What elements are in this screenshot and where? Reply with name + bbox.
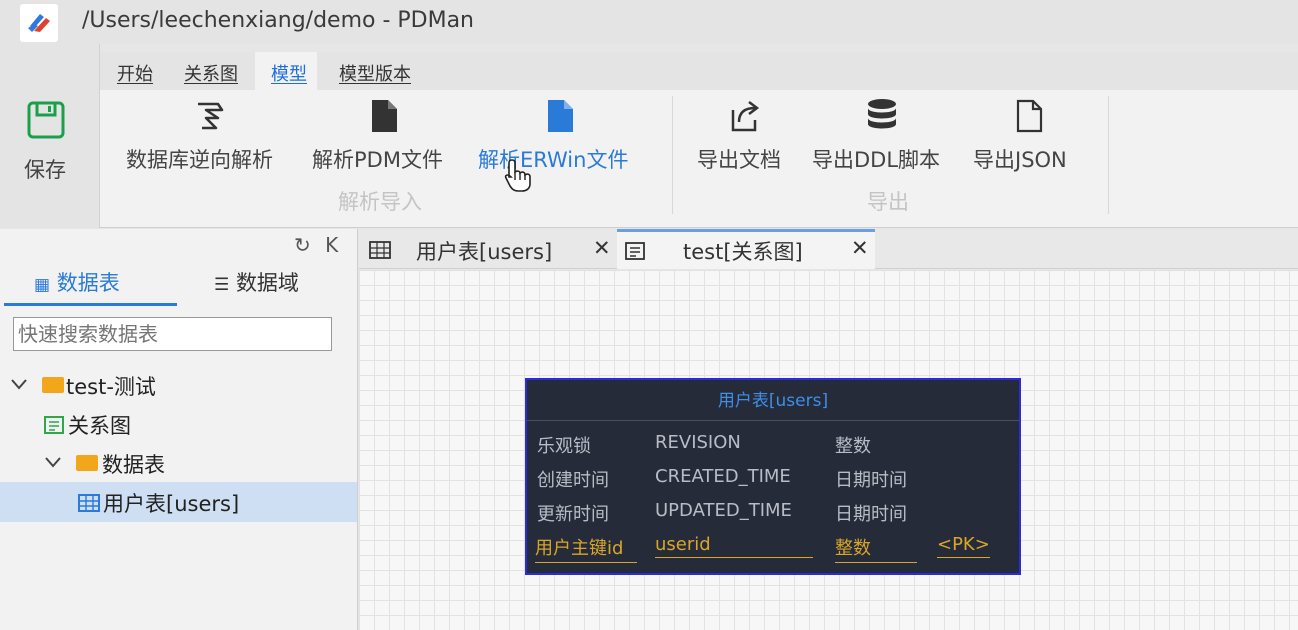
hand-cursor-icon [504, 159, 531, 192]
left-panel-tabs: ▦ 数据表 ☰ 数据域 [0, 263, 358, 306]
entity-title: 用户表[users] [717, 391, 829, 411]
save-icon [27, 101, 65, 139]
json-file-icon [1016, 99, 1043, 133]
tree-item-data-tables[interactable]: 数据表 [0, 443, 357, 483]
group-divider [672, 96, 673, 214]
field-type: 日期时间 [835, 470, 907, 491]
export-ddl-button[interactable]: 导出DDL脚本 [812, 98, 958, 180]
field-name: 更新时间 [537, 504, 609, 525]
tab-users-table[interactable]: 用户表[users] ✕ [359, 229, 617, 269]
field-code: UPDATED_TIME [655, 500, 792, 521]
field-code: REVISION [655, 432, 741, 453]
close-icon[interactable]: ✕ [851, 236, 869, 260]
active-tab-underline [4, 303, 177, 306]
export-json-label: 导出JSON [973, 148, 1067, 172]
field-type: 整数 [835, 534, 917, 563]
diagram-icon [44, 416, 64, 434]
save-label: 保存 [24, 158, 66, 182]
reverse-parse-label: 数据库逆向解析 [126, 148, 273, 172]
entity-field-row: 乐观锁 REVISION 整数 [527, 428, 1019, 462]
title-bar: /Users/leechenxiang/demo - PDMan [0, 0, 1298, 44]
ribbon-panel: 数据库逆向解析 解析PDM文件 解析ERWin文件 解析导入 导出文档 导出DD… [100, 90, 1298, 228]
entity-field-row: 创建时间 CREATED_TIME 日期时间 [527, 462, 1019, 496]
group-divider-2 [1108, 96, 1109, 214]
list-icon: ☰ [214, 275, 230, 295]
tree-item-relation-diagram[interactable]: 关系图 [0, 404, 357, 444]
reverse-parse-icon [198, 102, 224, 130]
parse-pdm-label: 解析PDM文件 [312, 148, 443, 172]
export-doc-button[interactable]: 导出文档 [697, 98, 797, 180]
tab-model-version[interactable]: 模型版本 [339, 52, 411, 90]
search-input[interactable] [13, 317, 332, 351]
table-icon [369, 241, 391, 259]
import-group-label: 解析导入 [338, 190, 422, 214]
field-name: 乐观锁 [537, 436, 591, 457]
tab-test-diagram[interactable]: test[关系图] ✕ [617, 229, 875, 269]
panel-top-icons: ↻ K [294, 233, 338, 257]
tree-item-label: test-测试 [66, 375, 156, 399]
tab-data-tables[interactable]: ▦ 数据表 [34, 267, 120, 297]
left-panel: ↻ K ▦ 数据表 ☰ 数据域 test-测试 关系图 数据表 [0, 229, 358, 630]
file-blue-icon [548, 100, 573, 132]
tab-relation-diagram[interactable]: 关系图 [184, 52, 238, 90]
field-code: userid [655, 534, 813, 558]
table-icon [78, 494, 100, 512]
field-type: 整数 [835, 436, 871, 457]
tree-item-project[interactable]: test-测试 [0, 365, 357, 405]
export-doc-icon [731, 101, 760, 132]
tree-item-users-table[interactable]: 用户表[users] [0, 482, 357, 522]
export-doc-label: 导出文档 [697, 148, 781, 172]
primary-key-badge: <PK> [937, 534, 990, 558]
field-code: CREATED_TIME [655, 466, 791, 487]
pdman-logo-icon [20, 4, 58, 42]
menu-tabs: 开始 关系图 模型 模型版本 [100, 52, 1298, 90]
tab-label: test[关系图] [683, 240, 803, 264]
tab-model[interactable]: 模型 [255, 52, 317, 90]
tree-item-label: 用户表[users] [103, 492, 240, 516]
collapse-icon[interactable]: K [325, 233, 338, 257]
tab-label: 用户表[users] [416, 240, 553, 264]
document-tabs: 用户表[users] ✕ test[关系图] ✕ [359, 229, 1298, 269]
folder-icon [42, 377, 64, 393]
field-name: 用户主键id [535, 534, 637, 563]
diagram-icon [625, 242, 645, 260]
tab-data-tables-label: 数据表 [56, 271, 120, 295]
chevron-down-icon [11, 379, 27, 390]
export-ddl-label: 导出DDL脚本 [812, 148, 941, 172]
close-icon[interactable]: ✕ [593, 236, 611, 260]
tab-start[interactable]: 开始 [117, 52, 153, 90]
entity-field-row: 更新时间 UPDATED_TIME 日期时间 [527, 496, 1019, 530]
export-json-button[interactable]: 导出JSON [973, 98, 1089, 180]
parse-erwin-label: 解析ERWin文件 [478, 148, 629, 172]
tree-item-label: 关系图 [68, 414, 131, 438]
folder-icon [76, 455, 98, 471]
save-button[interactable]: 保存 [0, 96, 100, 188]
entity-divider [527, 420, 1019, 421]
grid-icon: ▦ [34, 275, 51, 295]
tab-data-domains-label: 数据域 [235, 271, 299, 295]
tab-data-domains[interactable]: ☰ 数据域 [214, 267, 299, 297]
file-icon [372, 100, 397, 132]
reverse-parse-button[interactable]: 数据库逆向解析 [126, 98, 296, 180]
window-title: /Users/leechenxiang/demo - PDMan [82, 8, 474, 33]
field-name: 创建时间 [537, 470, 609, 491]
parse-pdm-button[interactable]: 解析PDM文件 [312, 98, 462, 180]
export-group-label: 导出 [867, 190, 909, 214]
field-type: 日期时间 [835, 504, 907, 525]
entity-users[interactable]: 用户表[users] 乐观锁 REVISION 整数 创建时间 CREATED_… [525, 378, 1021, 575]
entity-pk-row: 用户主键id userid 整数 <PK> [527, 530, 1019, 564]
tree-item-label: 数据表 [102, 453, 165, 477]
chevron-down-icon [45, 457, 61, 468]
refresh-icon[interactable]: ↻ [294, 233, 311, 257]
database-icon [868, 99, 896, 129]
